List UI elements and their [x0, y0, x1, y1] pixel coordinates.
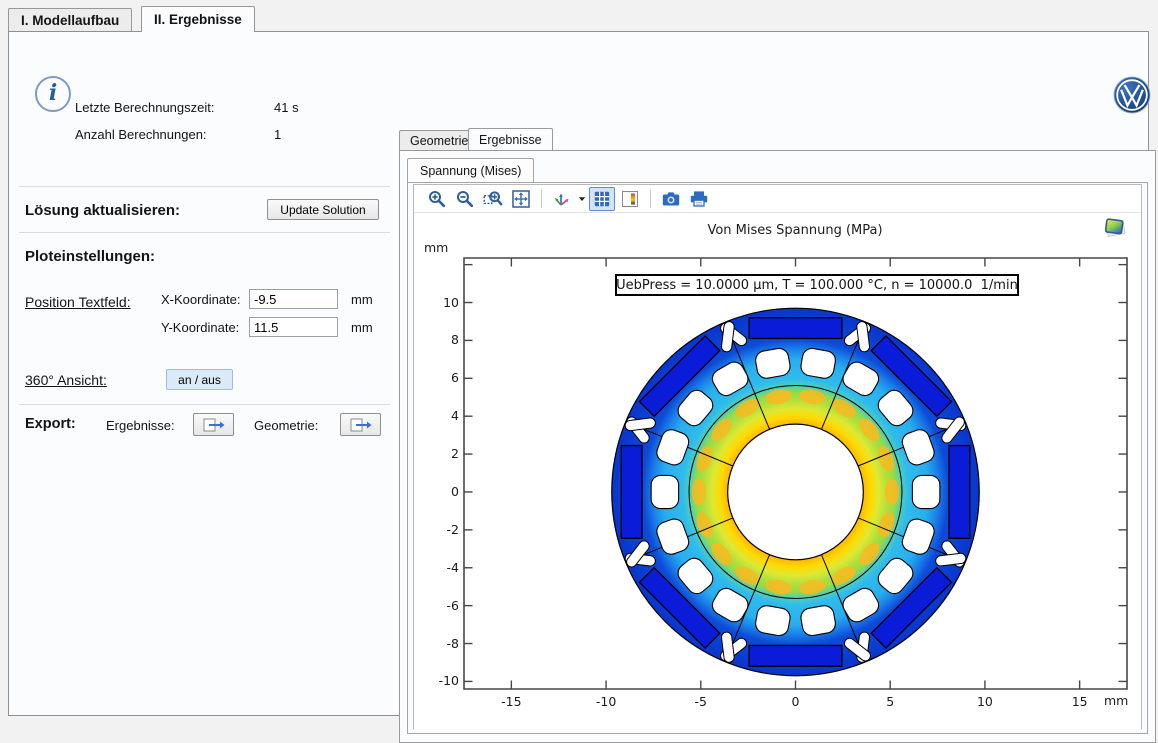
x-tick-label: -5 — [695, 694, 707, 709]
export-icon — [349, 417, 373, 433]
main-panel: i Letzte Berechnungszeit: 41 s Anzahl Be… — [8, 31, 1149, 716]
snapshot-button[interactable] — [658, 187, 684, 211]
zoom-box-icon — [483, 189, 503, 209]
grid-icon — [592, 189, 612, 209]
tab-ergebnisse[interactable]: II. Ergebnisse — [141, 6, 255, 32]
x-tick-label: -15 — [501, 694, 521, 709]
x-tick-label: 0 — [792, 694, 800, 709]
y-tick-label: -10 — [424, 673, 459, 688]
color-legend-button[interactable] — [617, 187, 643, 211]
toolbar-separator — [541, 189, 542, 208]
x-tick-label: 15 — [1072, 694, 1088, 709]
plot-settings-heading: Ploteinstellungen: — [25, 248, 155, 265]
plot-panel: Von Mises Spannung (MPa) mm UebPress = 1… — [413, 184, 1142, 729]
last-computation-value: 41 s — [274, 100, 299, 115]
y-unit-label: mm — [351, 320, 373, 335]
toolbar-separator — [650, 189, 651, 208]
y-coordinate-input[interactable] — [249, 317, 338, 337]
x-unit-label: mm — [351, 292, 373, 307]
plot-thumbnail-icon[interactable] — [1102, 216, 1128, 240]
snapshot-icon — [661, 189, 681, 209]
zoom-extents-button[interactable] — [508, 187, 534, 211]
update-solution-button[interactable]: Update Solution — [267, 199, 379, 220]
tab-ergebnisse-inner-label: Ergebnisse — [479, 133, 542, 147]
computation-count-label: Anzahl Berechnungen: — [75, 127, 207, 142]
zoom-in-icon — [427, 189, 447, 209]
tab-geometrie-label: Geometrie — [410, 134, 468, 148]
update-solution-heading: Lösung aktualisieren: — [25, 202, 180, 219]
y-tick-label: -4 — [424, 560, 459, 575]
divider — [19, 232, 390, 233]
print-icon — [689, 189, 709, 209]
plot-title: Von Mises Spannung (MPa) — [707, 223, 882, 238]
divider — [19, 404, 390, 405]
x-coordinate-input[interactable] — [249, 289, 338, 309]
y-tick-label: 10 — [424, 295, 459, 310]
axes-orientation-icon — [552, 189, 572, 209]
y-tick-label: -2 — [424, 522, 459, 537]
tab-modellaufbau-label: I. Modellaufbau — [21, 13, 119, 28]
x-tick-label: 10 — [977, 694, 993, 709]
y-tick-label: -6 — [424, 598, 459, 613]
cooling-hole — [912, 475, 939, 508]
x-coordinate-label: X-Koordinate: — [161, 292, 241, 307]
export-icon — [202, 417, 226, 433]
export-geometry-label: Geometrie: — [254, 418, 318, 433]
view-360-toggle-button[interactable]: an / aus — [166, 369, 233, 390]
plot-toolbar — [414, 185, 1141, 213]
x-axis-unit: mm — [1104, 693, 1128, 708]
tab-ergebnisse-inner[interactable]: Ergebnisse — [468, 128, 553, 150]
textfield-position-label: Position Textfeld: — [25, 294, 131, 310]
zoom-out-icon — [455, 189, 475, 209]
export-results-label: Ergebnisse: — [106, 418, 175, 433]
graphics-area[interactable]: Von Mises Spannung (MPa) mm UebPress = 1… — [414, 214, 1141, 729]
zoom-box-button[interactable] — [480, 187, 506, 211]
y-tick-label: 2 — [424, 446, 459, 461]
export-heading: Export: — [25, 416, 76, 432]
divider — [19, 186, 390, 187]
last-computation-label: Letzte Berechnungszeit: — [75, 100, 214, 115]
zoom-extents-icon — [511, 189, 531, 209]
tab-spannung-mises[interactable]: Spannung (Mises) — [407, 158, 534, 182]
x-tick-label: -10 — [596, 694, 616, 709]
export-geometry-button[interactable] — [340, 413, 381, 436]
axes-orientation-button[interactable] — [549, 187, 575, 211]
zoom-in-button[interactable] — [424, 187, 450, 211]
tab-spannung-mises-label: Spannung (Mises) — [420, 164, 521, 178]
tab-modellaufbau[interactable]: I. Modellaufbau — [8, 8, 132, 31]
tab-ergebnisse-label: II. Ergebnisse — [154, 12, 242, 27]
grid-button[interactable] — [589, 187, 615, 211]
y-tick-label: -8 — [424, 636, 459, 651]
color-legend-icon — [620, 189, 640, 209]
y-tick-label: 8 — [424, 332, 459, 347]
y-tick-label: 4 — [424, 408, 459, 423]
computation-count-value: 1 — [274, 127, 281, 142]
y-axis-unit: mm — [424, 240, 448, 255]
info-icon: i — [35, 76, 71, 112]
cooling-hole — [651, 475, 678, 508]
y-tick-label: 6 — [424, 370, 459, 385]
zoom-out-button[interactable] — [452, 187, 478, 211]
chevron-down-icon — [578, 195, 586, 203]
y-tick-label: 0 — [424, 484, 459, 499]
y-coordinate-label: Y-Koordinate: — [161, 320, 239, 335]
x-tick-label: 5 — [886, 694, 894, 709]
export-results-button[interactable] — [193, 413, 234, 436]
vw-logo — [1113, 76, 1151, 114]
view-360-label: 360° Ansicht: — [25, 372, 107, 388]
stress-plot-svg — [464, 258, 1127, 689]
axes-dropdown-arrow[interactable] — [576, 188, 588, 210]
print-button[interactable] — [686, 187, 712, 211]
